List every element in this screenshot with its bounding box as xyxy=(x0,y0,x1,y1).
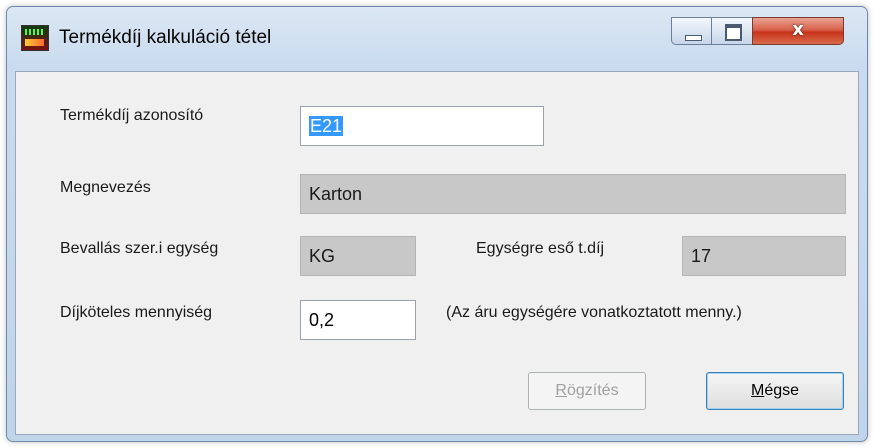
cancel-button[interactable]: Mégse xyxy=(706,372,844,410)
name-label: Megnevezés xyxy=(60,179,151,196)
save-mnemonic: R xyxy=(555,382,567,399)
app-icon[interactable] xyxy=(21,25,49,51)
save-button[interactable]: Rögzítés xyxy=(528,372,646,410)
minimize-icon xyxy=(685,35,702,41)
name-field: Karton xyxy=(300,174,846,214)
maximize-button[interactable] xyxy=(711,17,753,45)
window-title: Termékdíj kalkuláció tétel xyxy=(59,27,272,48)
minimize-button[interactable] xyxy=(671,17,712,45)
unit-fee-label: Egységre eső t.díj xyxy=(476,240,605,257)
declaration-unit-field: KG xyxy=(300,236,416,276)
product-fee-id-label: Termékdíj azonosító xyxy=(60,107,204,124)
unit-fee-field: 17 xyxy=(682,236,846,276)
declaration-unit-label: Bevallás szer.i egység xyxy=(60,240,219,257)
cancel-label: égse xyxy=(764,382,800,399)
chargeable-quantity-input[interactable]: 0,2 xyxy=(300,300,416,340)
save-label: ögzítés xyxy=(566,382,619,399)
title-bar[interactable]: Termékdíj kalkuláció tétel x xyxy=(7,7,867,69)
maximize-icon xyxy=(725,24,742,41)
chargeable-quantity-label: Díjköteles mennyiség xyxy=(60,304,213,321)
close-button[interactable]: x xyxy=(752,17,844,45)
cancel-mnemonic: M xyxy=(750,382,765,399)
product-fee-id-value: E21 xyxy=(309,116,344,136)
form-panel: Termékdíj azonosító E21 Megnevezés Karto… xyxy=(15,71,859,435)
product-fee-id-input[interactable]: E21 xyxy=(300,106,544,146)
close-icon: x xyxy=(792,19,804,40)
dialog-window: Termékdíj kalkuláció tétel x Termékdíj a… xyxy=(6,6,868,442)
quantity-note: (Az áru egységére vonatkoztatott menny.) xyxy=(446,304,742,321)
